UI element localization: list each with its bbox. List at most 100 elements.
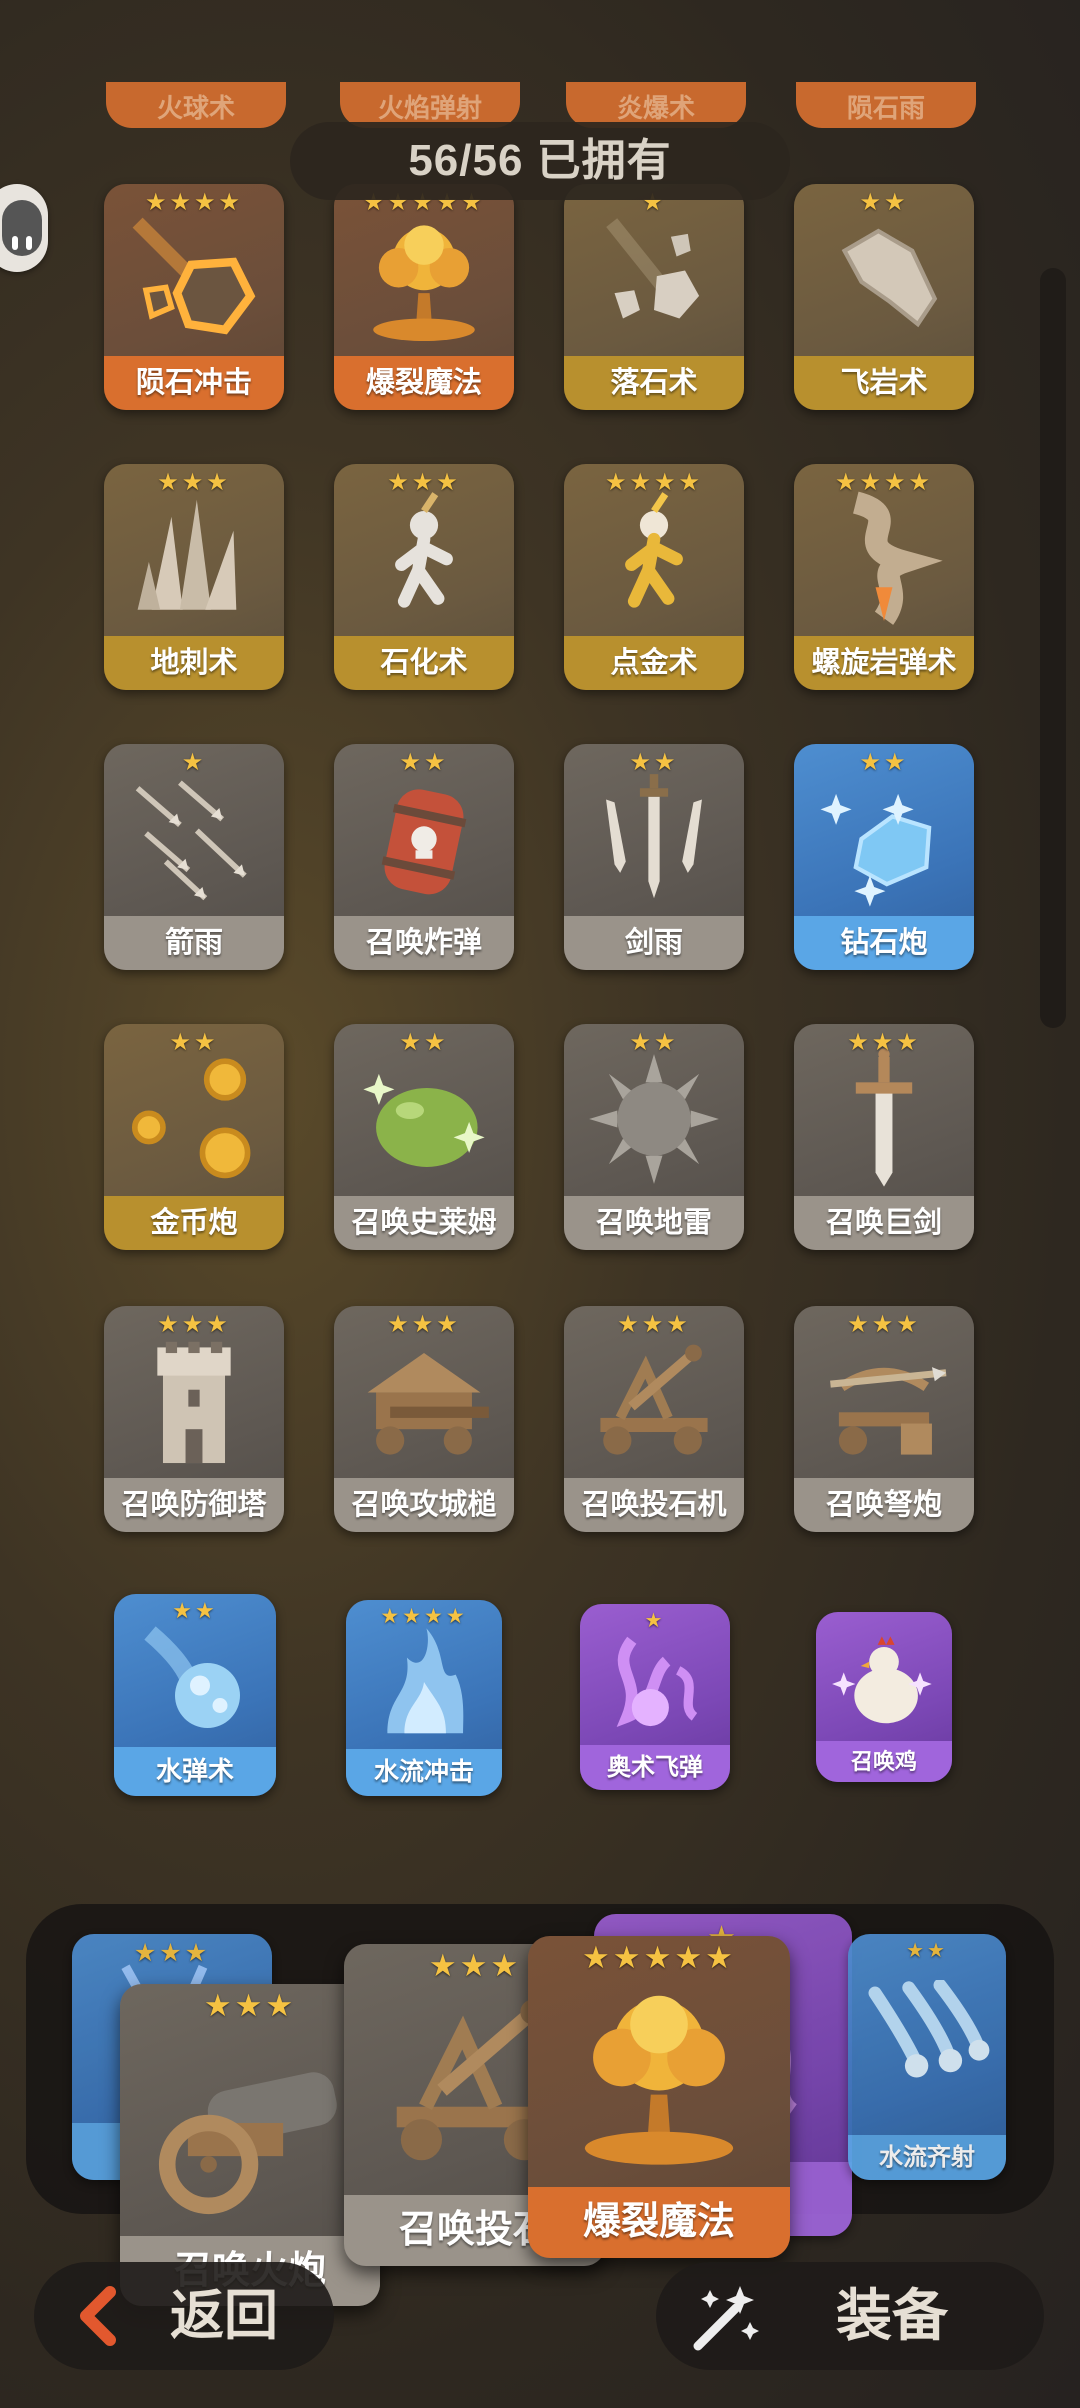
- skill-card[interactable]: ★★ 水弹术: [114, 1594, 276, 1796]
- skill-card[interactable]: ★ 奥术飞弹: [580, 1604, 730, 1790]
- skill-card[interactable]: ★★★★★ 爆裂魔法: [334, 184, 514, 410]
- explosion-icon: [556, 1971, 762, 2177]
- card-label: 召唤鸡: [816, 1741, 952, 1782]
- star-rating: ★★★: [847, 1029, 921, 1056]
- top-card-label: 火球术: [156, 93, 235, 123]
- skill-card[interactable]: ★★★ 地刺术: [104, 464, 284, 690]
- gold-coins-icon: [124, 1048, 265, 1189]
- golden-figure-icon: [584, 488, 725, 629]
- star-rating: ★★★: [617, 1311, 691, 1338]
- water-ball-icon: [133, 1616, 258, 1741]
- catapult-icon: [584, 1330, 725, 1471]
- equipped-card[interactable]: ★★ 水流齐射: [848, 1934, 1006, 2180]
- water-volley-icon: [862, 1978, 992, 2110]
- star-rating: ★★★: [847, 1311, 921, 1338]
- equipped-card[interactable]: ★★★召唤火炮: [120, 1984, 380, 2306]
- skill-card[interactable]: ★★ 钻石炮: [794, 744, 974, 970]
- skill-card[interactable]: ★★★ 召唤攻城槌: [334, 1306, 514, 1532]
- equip-button[interactable]: 装备: [656, 2262, 1044, 2370]
- skill-card[interactable]: ★★ 召唤史莱姆: [334, 1024, 514, 1250]
- arcane-missile-icon: [597, 1624, 713, 1740]
- star-rating: ★★★★: [834, 469, 934, 496]
- card-label: 召唤投石机: [564, 1478, 744, 1532]
- star-rating: ★★★: [157, 469, 231, 496]
- star-rating: ★★★: [203, 1988, 297, 2023]
- ground-spikes-icon: [124, 488, 265, 629]
- bomb-barrel-icon: [354, 768, 495, 909]
- sword-rain-icon: [584, 768, 725, 909]
- chicken-icon: [831, 1630, 937, 1736]
- skill-card[interactable]: ★★ 剑雨: [564, 744, 744, 970]
- card-label: 召唤炸弹: [334, 916, 514, 970]
- skill-card[interactable]: ★★★ 石化术: [334, 464, 514, 690]
- skill-card[interactable]: 召唤鸡: [816, 1612, 952, 1782]
- star-rating: ★: [644, 1610, 666, 1632]
- skill-card[interactable]: ★★ 飞岩术: [794, 184, 974, 410]
- card-label: 召唤弩炮: [794, 1478, 974, 1532]
- equip-button-label: 装备: [836, 2284, 948, 2347]
- floating-assistant-button[interactable]: [0, 184, 48, 272]
- star-rating: ★★★: [133, 1939, 211, 1967]
- giant-sword-icon: [814, 1048, 955, 1189]
- star-rating: ★★: [906, 1940, 948, 1962]
- skill-card[interactable]: ★★★★ 陨石冲击: [104, 184, 284, 410]
- skill-card[interactable]: ★★ 金币炮: [104, 1024, 284, 1250]
- star-rating: ★: [181, 749, 207, 776]
- skill-card[interactable]: ★★ 召唤炸弹: [334, 744, 514, 970]
- star-rating: ★★: [172, 1598, 218, 1623]
- top-card-label: 炎爆术: [616, 93, 695, 123]
- top-card-1[interactable]: 火球术: [106, 82, 286, 128]
- star-rating: ★★: [629, 749, 679, 776]
- equipped-card[interactable]: ★★★★★ 爆裂魔法: [528, 1936, 790, 2258]
- spiral-rock-icon: [814, 488, 955, 629]
- falling-rocks-icon: [584, 208, 725, 349]
- skill-card[interactable]: ★★★ 召唤巨剑: [794, 1024, 974, 1250]
- cannon-icon: [147, 2019, 354, 2226]
- card-label: 钻石炮: [794, 916, 974, 970]
- card-label: 剑雨: [564, 916, 744, 970]
- star-rating: ★★: [169, 1029, 219, 1056]
- skill-card[interactable]: ★ 落石术: [564, 184, 744, 410]
- skill-card[interactable]: ★★★★ 点金术: [564, 464, 744, 690]
- star-rating: ★★★★: [604, 469, 704, 496]
- water-burst-icon: [363, 1621, 485, 1743]
- star-rating: ★★★: [387, 469, 461, 496]
- skill-card[interactable]: ★★★ 召唤弩炮: [794, 1306, 974, 1532]
- star-rating: ★★: [859, 749, 909, 776]
- card-label: 石化术: [334, 636, 514, 690]
- skill-card[interactable]: ★★★ 召唤投石机: [564, 1306, 744, 1532]
- magic-wand-icon: [693, 2286, 759, 2351]
- card-art: [848, 1934, 1006, 2135]
- skill-card[interactable]: ★★★★ 水流冲击: [346, 1600, 502, 1796]
- card-label: 点金术: [564, 636, 744, 690]
- star-rating: ★★: [859, 189, 909, 216]
- skill-card[interactable]: ★ 箭雨: [104, 744, 284, 970]
- star-rating: ★★★★: [380, 1605, 468, 1628]
- skill-card[interactable]: ★★★★ 螺旋岩弹术: [794, 464, 974, 690]
- petrify-figure-icon: [354, 488, 495, 629]
- card-label: 地刺术: [104, 636, 284, 690]
- card-label: 箭雨: [104, 916, 284, 970]
- back-button[interactable]: 返回: [34, 2262, 334, 2370]
- card-label: 水流冲击: [346, 1749, 502, 1796]
- back-button-label: 返回: [170, 2286, 278, 2346]
- owned-count-badge: 56/56 已拥有: [290, 122, 790, 200]
- diamond-icon: [814, 768, 955, 909]
- star-rating: ★★★★★: [582, 1940, 736, 1975]
- card-label: 水流齐射: [848, 2135, 1006, 2180]
- star-rating: ★★: [399, 749, 449, 776]
- card-label: 召唤攻城槌: [334, 1478, 514, 1532]
- skill-card[interactable]: ★★★ 召唤防御塔: [104, 1306, 284, 1532]
- card-label: 螺旋岩弹术: [794, 636, 974, 690]
- skill-card[interactable]: ★★ 召唤地雷: [564, 1024, 744, 1250]
- explosion-icon: [354, 208, 495, 349]
- battering-ram-icon: [354, 1330, 495, 1471]
- star-rating: ★★★★: [144, 189, 244, 216]
- top-card-4[interactable]: 陨石雨: [796, 82, 976, 128]
- ballista-icon: [814, 1330, 955, 1471]
- card-label: 金币炮: [104, 1196, 284, 1250]
- scrollbar[interactable]: [1040, 268, 1066, 1028]
- star-rating: ★★: [399, 1029, 449, 1056]
- star-rating: ★★: [629, 1029, 679, 1056]
- card-label: 爆裂魔法: [334, 356, 514, 410]
